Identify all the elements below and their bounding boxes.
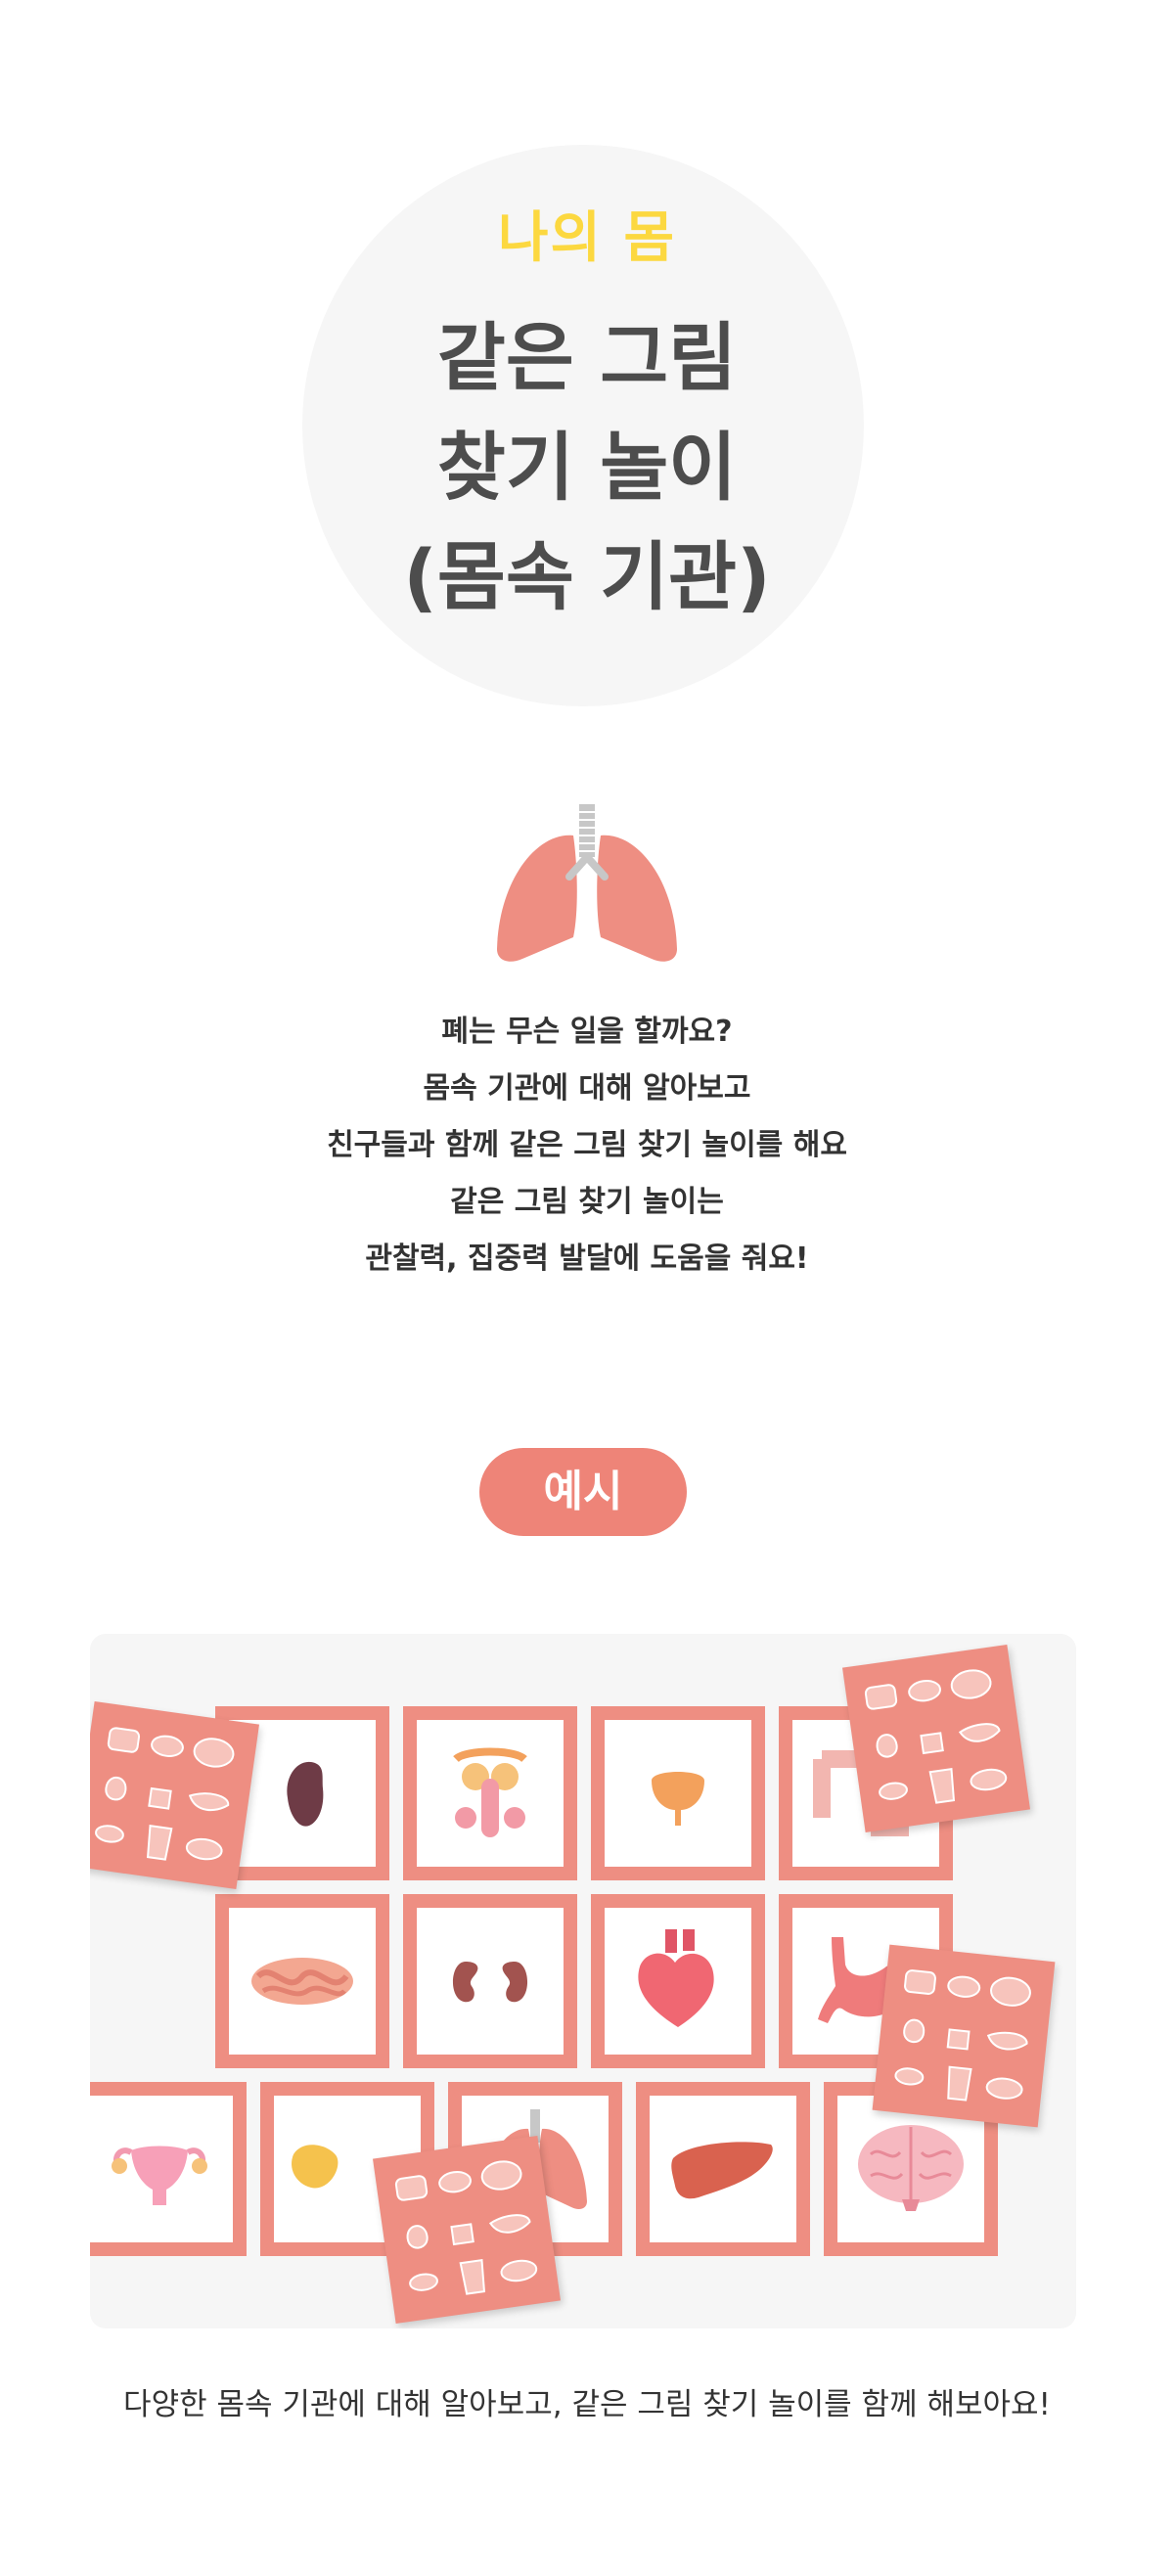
- description-line-4: 같은 그림 찾기 놀이는: [450, 1185, 724, 1219]
- card-back-4: [372, 2135, 562, 2325]
- card-liver: [636, 2082, 810, 2256]
- description-line-3: 친구들과 함께 같은 그림 찾기 놀이를 해요: [327, 1128, 847, 1162]
- example-badge: 예시: [479, 1448, 687, 1536]
- description-line-5: 관찰력, 집중력 발달에 도움을 줘요!: [365, 1242, 809, 1276]
- kidneys-icon: [452, 1962, 528, 2003]
- lungs-icon: [479, 802, 695, 972]
- hero-label: 나의 몸: [497, 206, 677, 270]
- hero-title: 같은 그림 찾기 놀이 (몸속 기관): [0, 303, 1174, 632]
- card-small-intestine: [215, 1894, 389, 2068]
- card-reproductive-male: [403, 1706, 577, 1880]
- card-back-2: [841, 1644, 1031, 1833]
- liver-icon: [671, 2142, 773, 2199]
- card-back-3: [872, 1944, 1056, 2128]
- card-kidneys: [403, 1894, 577, 2068]
- small-intestine-icon: [251, 1958, 353, 2005]
- card-back-1: [90, 1700, 260, 1890]
- card-bladder: [591, 1706, 765, 1880]
- example-caption: 다양한 몸속 기관에 대해 알아보고, 같은 그림 찾기 놀이를 함께 해보아요…: [123, 2387, 1051, 2422]
- description: 폐는 무슨 일을 할까요? 몸속 기관에 대해 알아보고 친구들과 함께 같은 …: [0, 1004, 1174, 1288]
- bladder-icon: [652, 1772, 704, 1826]
- card-uterus: [90, 2082, 247, 2256]
- heart-icon: [638, 1929, 714, 2027]
- hero-title-line-2: 찾기 놀이: [436, 424, 738, 511]
- description-line-1: 폐는 무슨 일을 할까요?: [441, 1015, 733, 1049]
- description-line-2: 몸속 기관에 대해 알아보고: [423, 1071, 751, 1106]
- reproductive-male-icon: [453, 1747, 527, 1837]
- uterus-icon: [112, 2146, 207, 2205]
- hero-title-line-3: (몸속 기관): [403, 533, 771, 620]
- example-image-panel: [90, 1634, 1076, 2328]
- card-heart: [591, 1894, 765, 2068]
- hero-title-line-1: 같은 그림: [436, 314, 738, 401]
